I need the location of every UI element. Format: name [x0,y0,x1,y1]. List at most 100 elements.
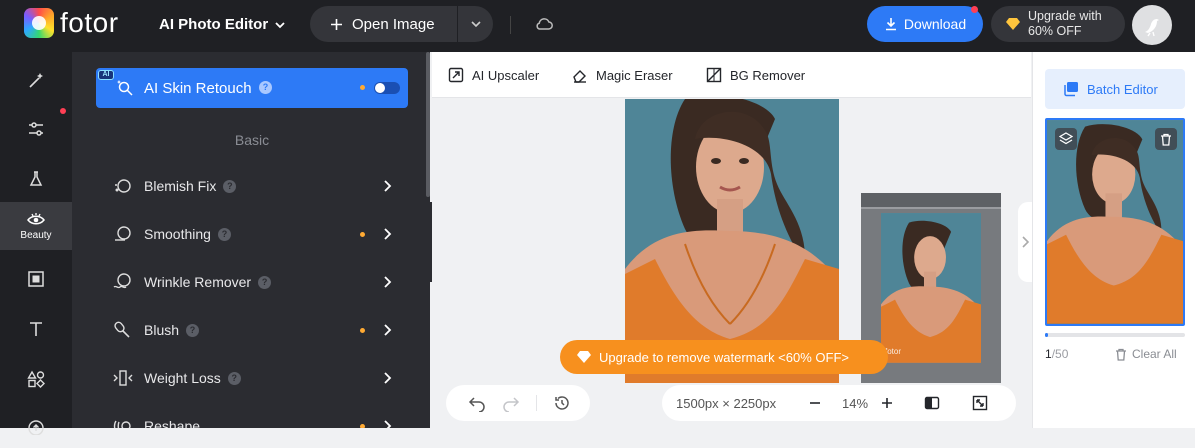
frame-icon [28,271,44,287]
batch-thumbnail-selected[interactable] [1045,118,1185,326]
delete-image-button[interactable] [1155,128,1177,150]
tool-label: Reshape [144,418,201,428]
open-image-group: Open Image [310,6,493,42]
bg-remover-icon [706,67,722,83]
nav-beauty[interactable]: Beauty [0,202,72,250]
user-avatar[interactable] [1132,5,1172,45]
layers-button[interactable] [1055,128,1077,150]
nav-ai-tools[interactable] [0,58,72,104]
ai-upscaler-label: AI Upscaler [472,67,540,83]
upgrade-line2: 60% OFF [1028,24,1082,38]
tool-reshape[interactable]: Reshape [112,410,392,428]
zoom-out-icon[interactable] [808,396,822,410]
clear-all-label: Clear All [1132,347,1177,361]
blemish-icon [112,175,134,197]
eraser-icon [573,70,586,83]
editor-mode-label: AI Photo Editor [159,16,269,33]
magic-eraser-button[interactable]: Magic Eraser [572,67,673,83]
new-feature-dot [360,232,365,237]
batch-editor-button[interactable]: Batch Editor [1045,69,1185,109]
tool-smoothing[interactable]: Smoothing ? [112,218,392,250]
magic-wand-icon [29,73,43,88]
batch-progress-fill [1045,333,1048,337]
ai-skin-retouch-card[interactable]: AI AI Skin Retouch ? [96,68,408,108]
upgrade-text: Upgrade with 60% OFF [1028,9,1102,39]
tool-wrinkle-remover[interactable]: Wrinkle Remover ? [112,266,392,298]
nav-elements[interactable] [0,356,72,402]
tool-label: Blush [144,322,180,338]
nav-frames[interactable] [0,256,72,302]
panel-scrollbar[interactable] [426,52,430,197]
flask-icon [29,171,43,186]
chevron-right-icon [384,372,392,384]
help-icon[interactable]: ? [258,275,272,289]
help-icon[interactable]: ? [217,227,231,241]
chevron-right-icon [384,228,392,240]
chevron-right-icon [1022,236,1029,248]
nav-more[interactable] [0,402,72,448]
tool-weight-loss[interactable]: Weight Loss ? [112,362,392,394]
diamond-icon [577,351,591,363]
bg-remover-label: BG Remover [730,67,806,83]
navigator-header [861,193,1001,209]
download-label: Download [903,16,967,32]
section-title-basic: Basic [234,132,270,148]
tool-label: Blemish Fix [144,178,217,194]
navigator-thumbnail[interactable]: fotor [881,213,981,363]
compare-icon[interactable] [924,395,940,411]
clear-all-button[interactable]: Clear All [1115,347,1177,361]
text-icon [30,322,42,336]
top-bar: fotor AI Photo Editor Open Image Downloa… [0,0,1195,52]
remove-watermark-button[interactable]: Upgrade to remove watermark <60% OFF> [560,340,888,374]
canvas-area[interactable]: fotor Upgrade to remove watermark <60% O… [432,99,1031,428]
upgrade-line1: Upgrade with [1028,9,1102,23]
help-icon[interactable]: ? [223,179,237,193]
batch-count-total: /50 [1051,347,1069,361]
trash-icon [1116,348,1126,361]
help-icon[interactable]: ? [259,81,272,94]
nav-text[interactable] [0,306,72,352]
batch-progress-bar [1045,333,1185,337]
collapse-right-panel-button[interactable] [1018,202,1032,282]
header-divider [510,16,511,34]
cloud-icon [536,18,553,30]
editor-mode-dropdown[interactable]: AI Photo Editor [159,16,286,33]
left-tool-nav: Beauty [0,52,72,435]
open-image-button[interactable]: Open Image [310,6,457,42]
ai-upscaler-button[interactable]: AI Upscaler [448,67,539,83]
history-controls [446,385,590,421]
reshape-icon [112,415,134,428]
new-feature-dot [360,85,365,90]
download-icon [885,18,896,31]
history-icon[interactable] [553,394,571,412]
tool-blush[interactable]: Blush ? [112,314,392,346]
help-icon[interactable]: ? [227,371,241,385]
diamond-icon [1006,18,1020,30]
bg-remover-button[interactable]: BG Remover [706,67,805,83]
beauty-tool-panel: AI AI Skin Retouch ? Basic Blemish Fix ?… [72,52,430,428]
open-image-dropdown[interactable] [458,6,493,42]
portrait-batch-illustration [1047,120,1183,324]
nav-adjust[interactable] [0,106,72,152]
batch-editor-label: Batch Editor [1087,81,1158,97]
fotor-logo[interactable]: fotor [24,8,119,38]
zoom-in-icon[interactable] [880,396,894,410]
download-button[interactable]: Download [867,6,983,42]
help-icon[interactable]: ? [186,323,200,337]
remove-watermark-label: Upgrade to remove watermark <60% OFF> [599,349,849,365]
upgrade-button[interactable]: Upgrade with 60% OFF [991,6,1125,42]
undo-icon[interactable] [468,394,486,412]
cloud-save-button[interactable] [534,14,554,34]
upscale-icon [448,67,464,83]
eye-icon [27,213,45,225]
new-feature-dot [360,424,365,428]
skin-retouch-toggle[interactable] [374,82,400,94]
zoom-level[interactable]: 14% [840,396,870,411]
redo-icon[interactable] [502,394,520,412]
tool-label: Wrinkle Remover [144,274,252,290]
tool-blemish-fix[interactable]: Blemish Fix ? [112,170,392,202]
nav-effects[interactable] [0,156,72,202]
open-image-label: Open Image [352,15,435,33]
ai-skin-retouch-label: AI Skin Retouch [144,80,252,97]
fit-screen-icon[interactable] [972,395,988,411]
